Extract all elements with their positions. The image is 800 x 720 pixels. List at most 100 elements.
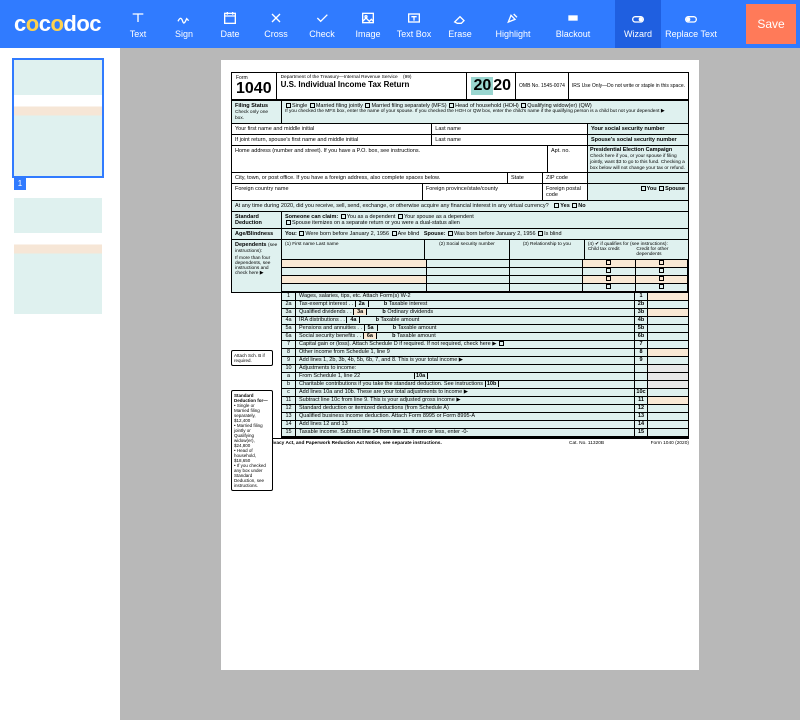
apt-field[interactable]: Apt. no. — [548, 146, 588, 172]
crypto-yes-checkbox[interactable] — [554, 203, 559, 208]
line-9-value[interactable] — [648, 357, 688, 364]
wizard-icon — [630, 10, 646, 26]
image-icon — [360, 10, 376, 26]
check-tool[interactable]: Check — [299, 0, 345, 48]
replace-icon — [683, 10, 699, 26]
tax-year: 2020 — [466, 73, 516, 99]
sidenote-std-ded: Standard Deduction for— • Single or Marr… — [231, 390, 273, 491]
mfj-checkbox[interactable] — [310, 103, 315, 108]
ssn-field[interactable]: Your social security number — [588, 124, 688, 134]
page-thumbnail-2[interactable] — [12, 196, 104, 316]
highlight-icon — [505, 10, 521, 26]
pec-title: Presidential Election Campaign — [590, 147, 672, 153]
line-14-value[interactable] — [648, 421, 688, 428]
line-4b-value[interactable] — [648, 317, 688, 324]
cross-tool[interactable]: Cross — [253, 0, 299, 48]
dep-row-3-name[interactable] — [282, 276, 427, 284]
textbox-tool[interactable]: Text Box — [391, 0, 437, 48]
document-canvas[interactable]: Form1040 Department of the Treasury—Inte… — [120, 48, 800, 720]
line-8-value[interactable] — [648, 349, 688, 356]
dep-col-name: (1) First name Last name — [282, 240, 425, 260]
dependents-label: Dependents — [235, 242, 266, 248]
date-tool[interactable]: Date — [207, 0, 253, 48]
foreign-province-field[interactable]: Foreign province/state/county — [423, 184, 543, 200]
sign-icon — [176, 10, 192, 26]
replace-text-tool[interactable]: Replace Text — [661, 0, 721, 48]
you-dependent-checkbox[interactable] — [341, 214, 346, 219]
page-thumbnail-1[interactable]: 1 — [12, 58, 104, 178]
pec-you-checkbox[interactable] — [641, 186, 646, 191]
line-9: Add lines 1, 2b, 3b, 4b, 5b, 6b, 7, and … — [299, 357, 457, 363]
brand-logo: cocodoc — [0, 0, 115, 48]
mfs-checkbox[interactable] — [365, 103, 370, 108]
erase-tool[interactable]: Erase — [437, 0, 483, 48]
sign-tool[interactable]: Sign — [161, 0, 207, 48]
dep-row-1-name[interactable] — [282, 260, 427, 268]
spouse-ssn-field[interactable]: Spouse's social security number — [588, 135, 688, 145]
address-field[interactable]: Home address (number and street). If you… — [232, 146, 548, 172]
last-name-field[interactable]: Last name — [432, 124, 588, 134]
thumb-page-number: 1 — [14, 178, 26, 190]
city-field[interactable]: City, town, or post office. If you have … — [232, 173, 508, 183]
line-7: Capital gain or (loss). Attach Schedule … — [299, 341, 491, 347]
crypto-no-checkbox[interactable] — [572, 203, 577, 208]
form-number: 1040 — [236, 81, 272, 97]
spouse-itemize-checkbox[interactable] — [286, 220, 291, 225]
text-tool[interactable]: Text — [115, 0, 161, 48]
spouse-last-name-field[interactable]: Last name — [432, 135, 588, 145]
foreign-postal-field[interactable]: Foreign postal code — [543, 184, 588, 200]
line-14: Add lines 12 and 13 — [296, 421, 634, 428]
line-11-value[interactable] — [648, 397, 688, 404]
zip-field[interactable]: ZIP code — [543, 173, 588, 183]
spouse-dependent-checkbox[interactable] — [398, 214, 403, 219]
line-2b-value[interactable] — [648, 301, 688, 308]
line-5b-value[interactable] — [648, 325, 688, 332]
line-10c: Add lines 10a and 10b. These are your to… — [299, 389, 462, 395]
line-11: Subtract line 10c from line 9. This is y… — [299, 397, 455, 403]
line-3b-value[interactable] — [648, 309, 688, 316]
line-7-checkbox[interactable] — [499, 341, 504, 346]
foreign-country-field[interactable]: Foreign country name — [232, 184, 423, 200]
dep-col-ssn: (2) Social security number — [425, 240, 510, 260]
thumbnail-panel: 1 — [0, 48, 120, 720]
dep-row-2-name[interactable] — [282, 268, 427, 276]
first-name-field[interactable]: Your first name and middle initial — [232, 124, 432, 134]
blackout-icon — [565, 10, 581, 26]
line-15: Taxable income. Subtract line 14 from li… — [296, 429, 634, 436]
line-7-value[interactable] — [648, 341, 688, 348]
line-1-value[interactable] — [648, 293, 688, 300]
spouse-blind-checkbox[interactable] — [538, 231, 543, 236]
hoh-checkbox[interactable] — [449, 103, 454, 108]
pec-spouse-checkbox[interactable] — [659, 186, 664, 191]
blackout-tool[interactable]: Blackout — [543, 0, 603, 48]
save-button[interactable]: Save — [746, 4, 796, 44]
spouse-born-checkbox[interactable] — [448, 231, 453, 236]
line-13-value[interactable] — [648, 413, 688, 420]
footer-disclosure: For Disclosure, Privacy Act, and Paperwo… — [231, 441, 569, 446]
line-15-value[interactable] — [648, 429, 688, 436]
you-blind-checkbox[interactable] — [392, 231, 397, 236]
image-tool[interactable]: Image — [345, 0, 391, 48]
std-deduction-label: Standard Deduction — [235, 214, 262, 226]
footer-cat: Cat. No. 11320B — [569, 441, 629, 446]
line-10c-value[interactable] — [648, 389, 688, 396]
filing-status-label: Filing Status — [235, 103, 268, 109]
line-13: Qualified business income deduction. Att… — [296, 413, 634, 420]
qw-checkbox[interactable] — [521, 103, 526, 108]
you-born-checkbox[interactable] — [299, 231, 304, 236]
crypto-question: At any time during 2020, did you receive… — [235, 203, 549, 209]
line-8: Other income from Schedule 1, line 9 — [296, 349, 634, 356]
line-6b-value[interactable] — [648, 333, 688, 340]
line-12-value[interactable] — [648, 405, 688, 412]
spouse-first-name-field[interactable]: If joint return, spouse's first name and… — [232, 135, 432, 145]
highlight-tool[interactable]: Highlight — [483, 0, 543, 48]
wizard-tool[interactable]: Wizard — [615, 0, 661, 48]
dep-row-4-name[interactable] — [282, 284, 427, 292]
single-checkbox[interactable] — [286, 103, 291, 108]
line-10a: From Schedule 1, line 22 — [299, 373, 360, 379]
line-10b: Charitable contributions if you take the… — [299, 381, 483, 387]
form-title: U.S. Individual Income Tax Return — [281, 80, 463, 89]
state-field[interactable]: State — [508, 173, 543, 183]
dep-col-rel: (3) Relationship to you — [510, 240, 585, 260]
calendar-icon — [222, 10, 238, 26]
